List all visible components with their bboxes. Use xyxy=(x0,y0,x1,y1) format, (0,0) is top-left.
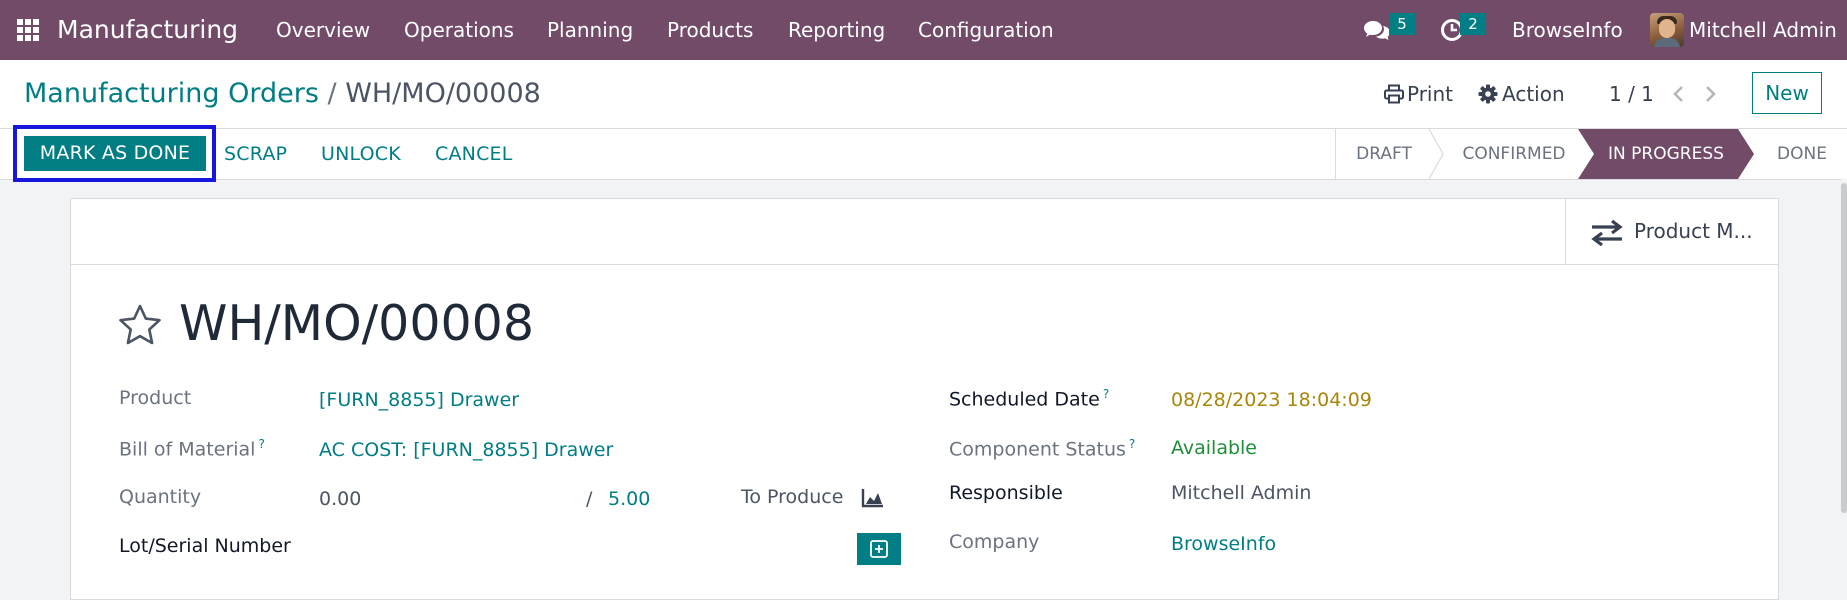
to-produce-label: To Produce xyxy=(741,486,844,508)
bill-of-material-field[interactable]: AC COST: [FURN_8855] Drawer xyxy=(319,439,613,461)
product-field[interactable]: [FURN_8855] Drawer xyxy=(319,389,519,411)
stage-in-progress[interactable]: IN PROGRESS xyxy=(1578,129,1754,179)
add-lot-button[interactable] xyxy=(857,533,901,565)
scheduled-date-label-text: Scheduled Date xyxy=(949,388,1100,411)
scrap-button[interactable]: SCRAP xyxy=(224,143,287,165)
quantity-produced-field[interactable]: 0.00 xyxy=(319,488,361,510)
stage-draft[interactable]: DRAFT xyxy=(1336,129,1432,179)
statusbar: MARK AS DONE SCRAP UNLOCK CANCEL DRAFT C… xyxy=(0,125,1847,182)
breadcrumb: Manufacturing Orders / WH/MO/00008 xyxy=(24,78,541,109)
pager-next-icon[interactable] xyxy=(1703,85,1717,103)
company-label: Company xyxy=(949,531,1040,553)
stage-confirmed[interactable]: CONFIRMED xyxy=(1448,129,1580,179)
gear-icon[interactable] xyxy=(1478,84,1498,104)
component-status-label-text: Component Status xyxy=(949,438,1126,461)
menu-configuration[interactable]: Configuration xyxy=(918,0,1054,60)
star-icon[interactable] xyxy=(117,303,163,347)
user-menu[interactable]: Mitchell Admin xyxy=(1689,0,1837,60)
bill-of-material-label-text: Bill of Material xyxy=(119,438,256,461)
user-avatar[interactable] xyxy=(1650,13,1684,47)
action-button[interactable]: Action xyxy=(1502,82,1565,106)
apps-grid-icon[interactable] xyxy=(17,19,39,41)
bill-of-material-label: Bill of Material? xyxy=(119,437,265,460)
product-moves-smart-button[interactable]: Product M... xyxy=(1565,199,1779,264)
quantity-target-field[interactable]: 5.00 xyxy=(608,488,650,510)
pager-value[interactable]: 1 / 1 xyxy=(1609,82,1654,106)
menu-operations[interactable]: Operations xyxy=(404,0,514,60)
pager-previous-icon[interactable] xyxy=(1672,85,1686,103)
unlock-button[interactable]: UNLOCK xyxy=(321,143,401,165)
record-title: WH/MO/00008 xyxy=(179,295,535,352)
company-switcher[interactable]: BrowseInfo xyxy=(1512,0,1623,60)
print-icon[interactable] xyxy=(1384,84,1404,104)
menu-products[interactable]: Products xyxy=(667,0,753,60)
top-navbar: Manufacturing Overview Operations Planni… xyxy=(0,0,1847,60)
plus-square-icon xyxy=(870,540,888,558)
responsible-field[interactable]: Mitchell Admin xyxy=(1171,482,1311,504)
scrollbar-thumb[interactable] xyxy=(1841,183,1847,513)
scheduled-date-label: Scheduled Date? xyxy=(949,387,1109,410)
component-status-value: Available xyxy=(1171,437,1258,459)
activities-count-badge: 2 xyxy=(1460,13,1486,35)
scheduled-date-field[interactable]: 08/28/2023 18:04:09 xyxy=(1171,389,1372,411)
company-field[interactable]: BrowseInfo xyxy=(1171,533,1276,555)
stage-done[interactable]: DONE xyxy=(1756,129,1847,179)
status-stages: DRAFT CONFIRMED IN PROGRESS DONE xyxy=(1335,129,1847,179)
area-chart-icon[interactable] xyxy=(861,487,885,509)
cancel-button[interactable]: CANCEL xyxy=(435,143,513,165)
app-title[interactable]: Manufacturing xyxy=(57,0,238,60)
control-panel: Manufacturing Orders / WH/MO/00008 Print… xyxy=(0,60,1847,129)
chat-icon[interactable] xyxy=(1364,19,1390,43)
menu-overview[interactable]: Overview xyxy=(276,0,370,60)
quantity-separator: / xyxy=(586,488,593,510)
help-tooltip-icon[interactable]: ? xyxy=(258,437,264,451)
menu-reporting[interactable]: Reporting xyxy=(788,0,885,60)
print-button[interactable]: Print xyxy=(1407,82,1453,106)
form-sheet: Product M... WH/MO/00008 Product [FURN_8… xyxy=(70,198,1779,600)
help-tooltip-icon[interactable]: ? xyxy=(1103,387,1109,401)
component-status-label: Component Status? xyxy=(949,437,1135,460)
breadcrumb-manufacturing-orders[interactable]: Manufacturing Orders xyxy=(24,78,319,109)
new-button[interactable]: New xyxy=(1752,72,1822,114)
quantity-label: Quantity xyxy=(119,486,202,508)
responsible-label: Responsible xyxy=(949,482,1063,504)
messages-count-badge: 5 xyxy=(1389,13,1415,35)
lot-serial-label: Lot/Serial Number xyxy=(119,535,291,557)
smart-button-box: Product M... xyxy=(71,199,1778,265)
product-label: Product xyxy=(119,387,192,409)
breadcrumb-current: WH/MO/00008 xyxy=(345,78,541,109)
product-moves-label: Product M... xyxy=(1634,219,1753,243)
mark-as-done-button[interactable]: MARK AS DONE xyxy=(24,136,206,171)
menu-planning[interactable]: Planning xyxy=(547,0,633,60)
stage-separator xyxy=(1428,129,1444,179)
transfer-arrows-icon xyxy=(1591,220,1623,246)
breadcrumb-separator: / xyxy=(327,78,337,109)
help-tooltip-icon[interactable]: ? xyxy=(1129,437,1135,451)
